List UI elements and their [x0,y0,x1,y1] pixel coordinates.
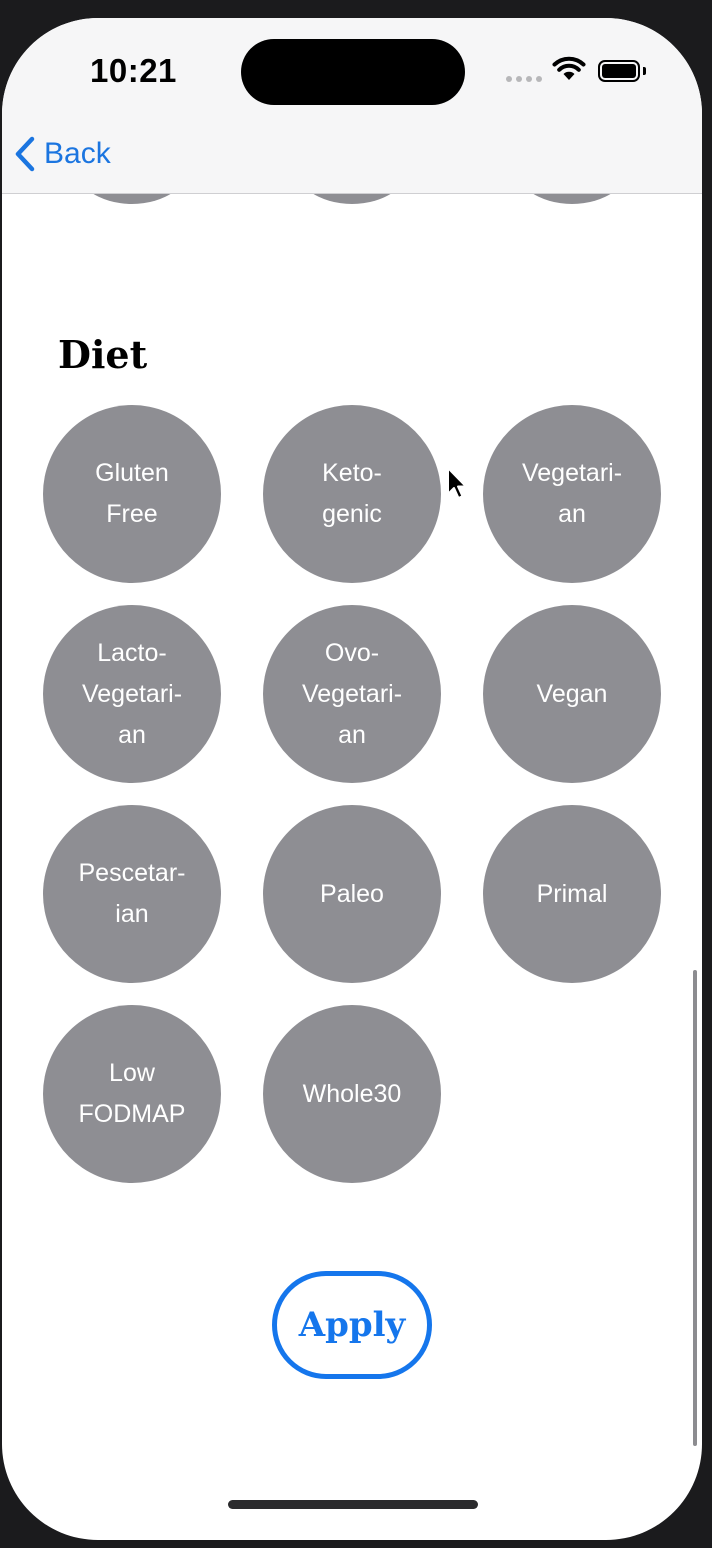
diet-chip-ketogenic[interactable]: Keto- genic [263,405,441,583]
vertical-scrollbar[interactable] [693,970,697,1446]
diet-chip-low-fodmap[interactable]: Low FODMAP [43,1005,221,1183]
navigation-bar: Back [2,118,702,194]
app-screen: 10:21 Back Diet Gluten Free Keto- genic … [2,18,702,1540]
diet-chip-ovo-vegetarian[interactable]: Ovo- Vegetari- an [263,605,441,783]
cellular-signal-icon [506,76,542,82]
battery-level [602,64,636,78]
mouse-pointer-icon [447,467,467,499]
scroll-content[interactable]: Diet Gluten Free Keto- genic Vegetari- a… [2,194,702,1540]
status-time: 10:21 [90,52,177,89]
apply-button[interactable]: Apply [272,1271,432,1379]
wifi-icon [552,56,586,80]
previous-section-chip[interactable] [292,194,412,204]
status-bar: 10:21 [2,18,702,118]
dynamic-island [241,39,465,105]
diet-chip-primal[interactable]: Primal [483,805,661,983]
previous-section-chip[interactable] [72,194,192,204]
diet-chip-vegetarian[interactable]: Vegetari- an [483,405,661,583]
back-label: Back [44,137,111,170]
device-frame: 10:21 Back Diet Gluten Free Keto- genic … [0,0,712,1548]
battery-icon [598,60,640,82]
previous-section-chip[interactable] [512,194,632,204]
chevron-left-icon [15,136,35,172]
battery-cap [643,67,646,75]
back-button[interactable]: Back [14,134,111,174]
diet-section-title: Diet [58,332,148,377]
diet-chip-gluten-free[interactable]: Gluten Free [43,405,221,583]
diet-chip-whole30[interactable]: Whole30 [263,1005,441,1183]
diet-chip-vegan[interactable]: Vegan [483,605,661,783]
diet-chip-lacto-vegetarian[interactable]: Lacto- Vegetari- an [43,605,221,783]
diet-chip-paleo[interactable]: Paleo [263,805,441,983]
home-indicator[interactable] [228,1500,478,1509]
diet-chip-pescetarian[interactable]: Pescetar- ian [43,805,221,983]
